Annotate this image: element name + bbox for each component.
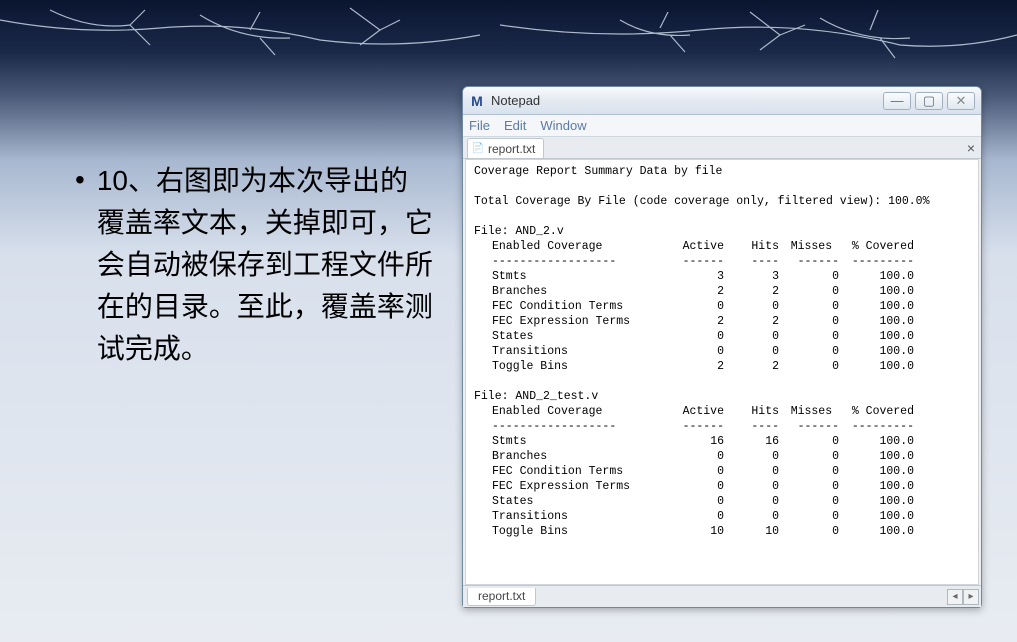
slide-bullet-content: • 10、右图即为本次导出的覆盖率文本，关掉即可，它会自动被保存到工程文件所在的… (75, 160, 435, 370)
tab-scroll-controls: ◂ ▸ (947, 589, 981, 605)
tab-bar: 📄 report.txt × (463, 137, 981, 159)
titlebar[interactable]: M Notepad — ▢ ✕ (463, 87, 981, 115)
notepad-window: M Notepad — ▢ ✕ File Edit Window 📄 repor… (462, 86, 982, 608)
scroll-left-icon[interactable]: ◂ (947, 589, 963, 605)
close-button[interactable]: ✕ (947, 92, 975, 110)
window-title: Notepad (491, 93, 883, 108)
document-icon: 📄 (472, 143, 484, 155)
bullet-dot: • (75, 160, 85, 200)
bullet-text: 10、右图即为本次导出的覆盖率文本，关掉即可，它会自动被保存到工程文件所在的目录… (97, 160, 435, 370)
minimize-button[interactable]: — (883, 92, 911, 110)
menu-edit[interactable]: Edit (504, 118, 526, 133)
decorative-branches (0, 0, 1017, 90)
tab-report[interactable]: 📄 report.txt (467, 138, 544, 158)
bottom-tab-bar: report.txt ◂ ▸ (463, 585, 981, 607)
tab-close-icon[interactable]: × (967, 140, 979, 156)
window-controls: — ▢ ✕ (883, 92, 975, 110)
menu-window[interactable]: Window (540, 118, 586, 133)
report-content[interactable]: Coverage Report Summary Data by file Tot… (465, 159, 979, 585)
menu-file[interactable]: File (469, 118, 490, 133)
maximize-button[interactable]: ▢ (915, 92, 943, 110)
tab-label: report.txt (488, 142, 535, 156)
app-icon: M (469, 93, 485, 109)
scroll-right-icon[interactable]: ▸ (963, 589, 979, 605)
menubar: File Edit Window (463, 115, 981, 137)
bottom-tab-report[interactable]: report.txt (467, 588, 536, 606)
